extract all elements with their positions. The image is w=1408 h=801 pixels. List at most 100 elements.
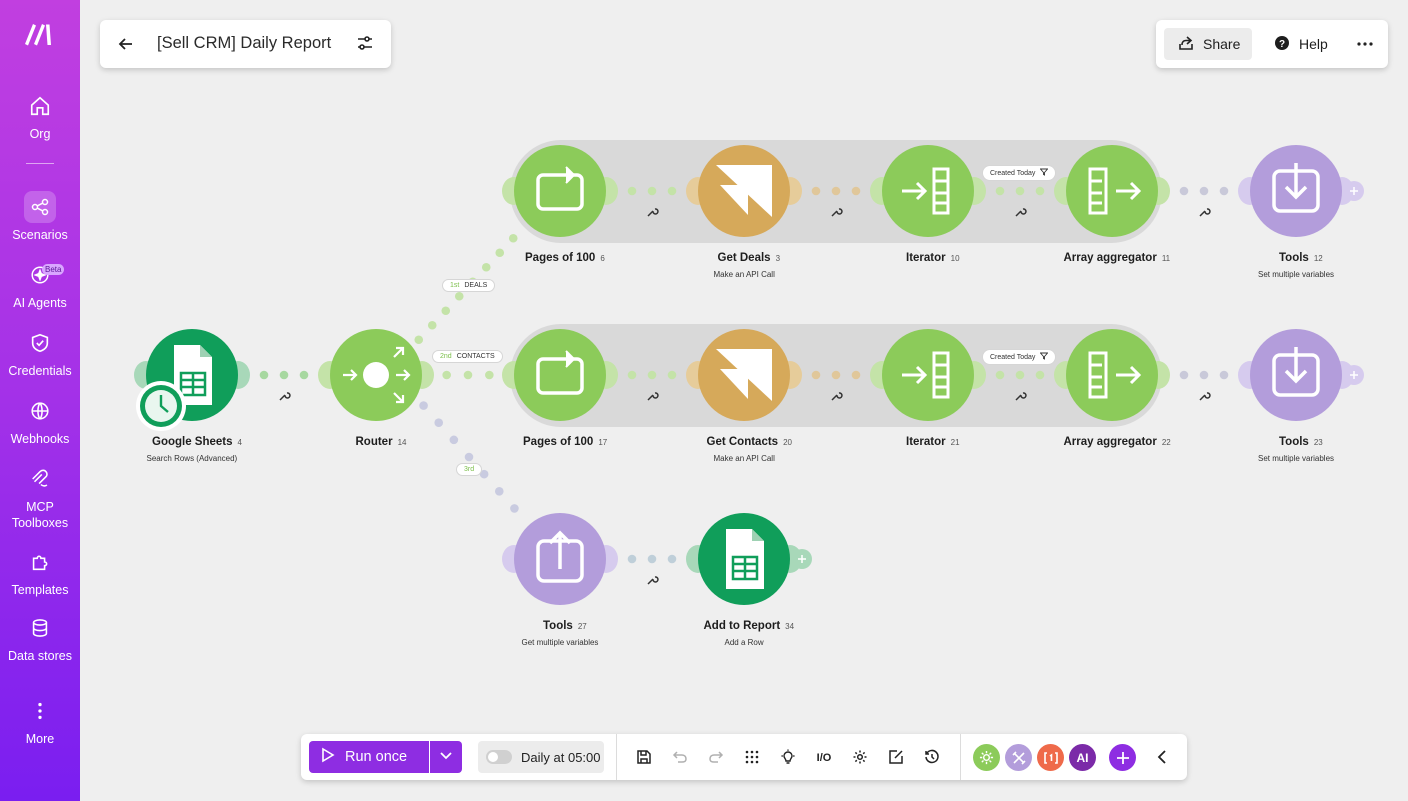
- help-icon: ?: [1274, 35, 1290, 54]
- module-name: Get Contacts: [706, 436, 779, 448]
- settings-sliders-icon[interactable]: [356, 34, 376, 54]
- module-sheetsAdd-node[interactable]: [686, 513, 812, 605]
- add-module-plus-icon[interactable]: [1344, 181, 1364, 201]
- module-repeat-node[interactable]: [502, 329, 618, 421]
- svg-text:?: ?: [1279, 39, 1285, 50]
- gear-icon[interactable]: [849, 746, 871, 768]
- module-iter-node[interactable]: [870, 329, 986, 421]
- funnel-icon: [1039, 352, 1049, 362]
- filter-badge[interactable]: Created Today: [982, 349, 1057, 365]
- help-label: Help: [1299, 36, 1328, 52]
- module-id: 12: [1313, 254, 1323, 263]
- add-module-plus-icon[interactable]: [1344, 365, 1364, 385]
- top-actions: Share ? Help: [1156, 20, 1388, 68]
- make-logo-icon[interactable]: [22, 18, 58, 48]
- route-name: DEALS: [464, 282, 488, 289]
- share-button[interactable]: Share: [1164, 28, 1252, 60]
- add-module-plus-icon[interactable]: [792, 549, 812, 569]
- collapse-chevron-icon[interactable]: [1151, 746, 1173, 768]
- route-label-badge[interactable]: 2nd CONTACTS: [432, 350, 503, 363]
- module-id: 22: [1161, 438, 1171, 447]
- save-icon[interactable]: [633, 746, 655, 768]
- undo-icon[interactable]: [669, 746, 691, 768]
- module-name: Router: [355, 436, 393, 448]
- module-deal-node[interactable]: [686, 329, 802, 421]
- scenario-canvas[interactable]: Google Sheets 4 Search Rows (Advanced) Rout…: [80, 0, 1408, 801]
- module-name: Tools: [1279, 436, 1309, 448]
- module-label: Iterator 10: [906, 252, 960, 264]
- database-icon: [24, 612, 56, 644]
- module-label: Google Sheets 4: [152, 436, 242, 448]
- sidebar-item-org[interactable]: Org: [0, 90, 80, 142]
- lightbulb-icon[interactable]: [777, 746, 799, 768]
- module-toolsIn-node[interactable]: [1238, 145, 1364, 237]
- schedule-toggle[interactable]: [486, 750, 512, 764]
- sidebar-item-ai-agents[interactable]: AI Agents: [0, 259, 80, 311]
- sidebar-item-label: MCP Toolboxes: [11, 500, 69, 530]
- ai-app-avatar[interactable]: AI: [1069, 744, 1096, 771]
- module-name: Pages of 100: [523, 436, 594, 448]
- sidebar-item-templates[interactable]: Templates: [0, 546, 80, 598]
- shield-check-icon: [24, 327, 56, 359]
- schedule-clock-icon[interactable]: [136, 381, 186, 431]
- share-nodes-icon: [24, 191, 56, 223]
- text-parser-icon[interactable]: [1037, 744, 1064, 771]
- sidebar-item-label: AI Agents: [13, 296, 67, 310]
- home-icon: [24, 90, 56, 122]
- play-icon: [321, 747, 335, 767]
- module-router-node[interactable]: [318, 329, 434, 421]
- help-button[interactable]: ? Help: [1274, 28, 1328, 60]
- scenario-title-bar: [Sell CRM] Daily Report: [100, 20, 391, 68]
- back-arrow-icon[interactable]: [116, 34, 136, 54]
- module-id: 11: [1161, 254, 1171, 263]
- schedule-label: Daily at 05:00: [521, 749, 601, 765]
- module-repeat-node[interactable]: [502, 145, 618, 237]
- module-label: Add to Report 34: [704, 620, 795, 632]
- module-label: Iterator 21: [906, 436, 960, 448]
- share-icon: [1178, 35, 1194, 54]
- module-toolsOut-node[interactable]: [502, 513, 618, 605]
- sidebar-item-data-stores[interactable]: Data stores: [0, 612, 80, 664]
- sidebar: Org Scenarios AI Agents Beta Credentials…: [0, 0, 80, 801]
- sidebar-item-more[interactable]: More: [0, 695, 80, 747]
- route-order: 3rd: [464, 466, 475, 473]
- add-module-icon[interactable]: [1109, 744, 1136, 771]
- sidebar-item-label: Templates: [11, 583, 69, 597]
- sidebar-item-scenarios[interactable]: Scenarios: [0, 191, 80, 243]
- flow-control-icon[interactable]: [973, 744, 1000, 771]
- sidebar-item-mcp-toolboxes[interactable]: MCP Toolboxes: [0, 463, 80, 531]
- filter-badge[interactable]: Created Today: [982, 165, 1057, 181]
- route-label-badge[interactable]: 3rd: [456, 463, 483, 476]
- schedule-setting[interactable]: Daily at 05:00: [478, 741, 604, 773]
- sidebar-divider: [26, 163, 54, 164]
- module-label: Tools 23: [1279, 436, 1323, 448]
- module-agg-node[interactable]: [1054, 329, 1170, 421]
- auto-align-icon[interactable]: [741, 746, 763, 768]
- tools-icon[interactable]: [1005, 744, 1032, 771]
- sidebar-item-credentials[interactable]: Credentials: [0, 327, 80, 379]
- module-name: Tools: [543, 620, 573, 632]
- module-deal-node[interactable]: [686, 145, 802, 237]
- more-vertical-icon: [24, 695, 56, 727]
- route-name: CONTACTS: [456, 353, 495, 360]
- module-iter-node[interactable]: [870, 145, 986, 237]
- module-label: Pages of 100 17: [523, 436, 607, 448]
- module-label: Tools 27: [543, 620, 587, 632]
- run-options-dropdown[interactable]: [430, 741, 462, 773]
- module-toolsIn-node[interactable]: [1238, 329, 1364, 421]
- route-label-badge[interactable]: 1st DEALS: [442, 279, 496, 292]
- io-icon[interactable]: I/O: [813, 746, 835, 768]
- module-agg-node[interactable]: [1054, 145, 1170, 237]
- notes-icon[interactable]: [885, 746, 907, 768]
- module-subtitle: Set multiple variables: [1258, 270, 1335, 279]
- module-name: Tools: [1279, 252, 1309, 264]
- history-icon[interactable]: [921, 746, 943, 768]
- more-options-icon[interactable]: [1354, 28, 1376, 60]
- module-name: Array aggregator: [1063, 436, 1157, 448]
- module-id: 3: [775, 254, 781, 263]
- route-order: 2nd: [440, 353, 452, 360]
- sidebar-item-webhooks[interactable]: Webhooks: [0, 395, 80, 447]
- run-once-button[interactable]: Run once: [309, 741, 429, 773]
- redo-icon[interactable]: [705, 746, 727, 768]
- scenario-title[interactable]: [Sell CRM] Daily Report: [157, 34, 331, 53]
